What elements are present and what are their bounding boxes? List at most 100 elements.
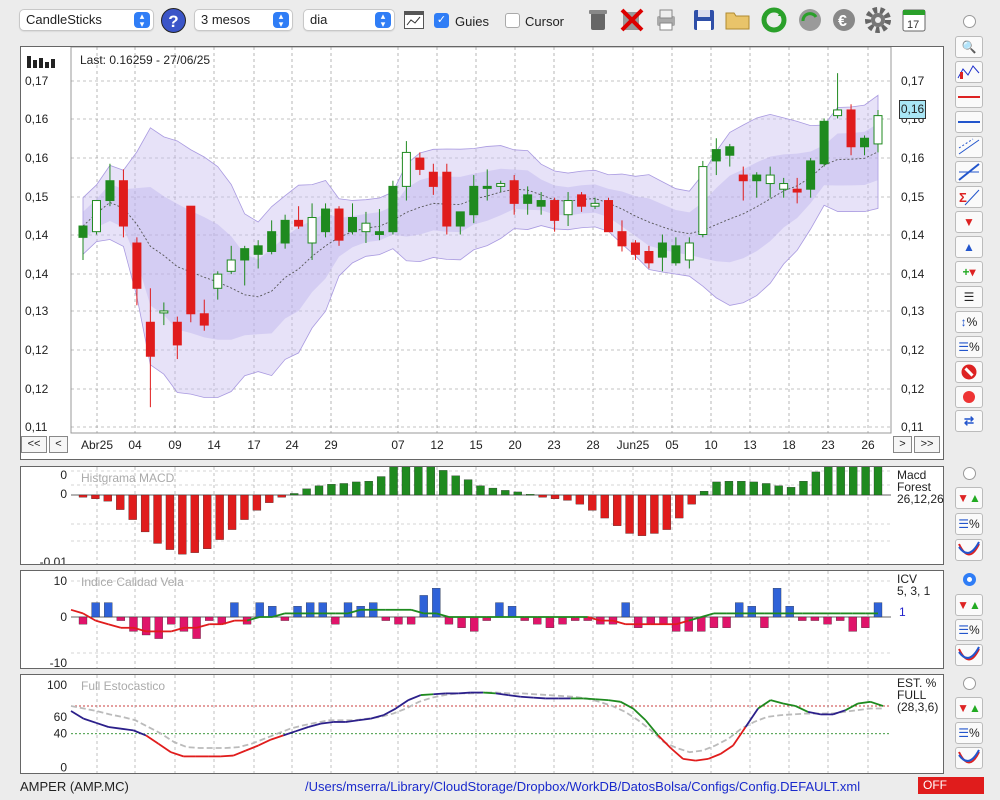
delete-icon[interactable] — [618, 6, 646, 34]
x-tick-label: Jun25 — [617, 438, 650, 452]
channel-tool-button[interactable] — [955, 136, 983, 158]
macd-bar — [339, 483, 349, 496]
channel-icon — [958, 138, 980, 155]
chevron-updown-icon: ▴ ▾ — [273, 12, 289, 29]
candle-body — [321, 208, 331, 233]
magnifier-icon: 🔍 — [961, 40, 977, 54]
macd-bar — [650, 494, 659, 534]
macd-bar — [153, 494, 162, 544]
stochastic-cross-button[interactable] — [955, 747, 983, 769]
candle-body — [105, 180, 115, 202]
trash-icon[interactable] — [584, 6, 612, 34]
radio-stochastic-panel[interactable] — [963, 677, 976, 690]
config-path-link[interactable]: /Users/mserra/Library/CloudStorage/Dropb… — [305, 779, 860, 794]
y-tick-label-left: 0,12 — [25, 382, 49, 396]
candle-body — [577, 194, 587, 207]
save-icon[interactable] — [690, 6, 718, 34]
candle-body — [752, 174, 762, 182]
candle-body — [509, 180, 519, 204]
macd-bar — [302, 488, 311, 496]
macd-bar — [414, 467, 423, 496]
macd-bar — [724, 481, 734, 496]
icv-bar — [646, 616, 656, 625]
stochastic-levels-button[interactable]: ☰% — [955, 722, 983, 744]
offline-status-badge[interactable]: OFF — [918, 777, 984, 794]
record-button[interactable] — [955, 386, 983, 408]
candle-body — [536, 200, 546, 207]
icv-bar — [394, 616, 403, 625]
buy-signal-button[interactable]: ▲ — [955, 236, 983, 258]
interval-value: dia — [310, 12, 328, 27]
last-price-label: Last: 0.16259 - 27/06/25 — [80, 53, 211, 67]
icv-bar — [735, 602, 744, 618]
candle-body — [630, 242, 640, 255]
y-tick-label-right: 0,14 — [901, 228, 925, 242]
print-icon[interactable] — [652, 6, 680, 34]
trendline-tool-button[interactable] — [955, 161, 983, 183]
icv-bar — [533, 616, 542, 625]
candlestick-chart[interactable]: 0,17 0,17 0,16 0,16 0,16 0,16 0,15 0,15 0,14 0,14… — [21, 47, 943, 459]
macd-bar — [513, 491, 522, 496]
y-tick-label-left: 0,16 — [25, 112, 49, 126]
y-tick-label: 60 — [54, 710, 68, 724]
y-tick-label-left: 0,12 — [25, 343, 49, 357]
euro-icon[interactable]: € — [830, 6, 858, 34]
macd-bar — [675, 494, 684, 519]
icv-bar — [293, 606, 302, 618]
x-tick-label: Abr25 — [81, 438, 113, 452]
guides-checkbox[interactable]: ✓ — [434, 13, 449, 28]
sell-signal-button[interactable]: ▼ — [955, 211, 983, 233]
forbidden-icon — [961, 364, 977, 380]
icv-levels-button[interactable]: ☰% — [955, 619, 983, 641]
refresh-icon[interactable] — [760, 6, 788, 34]
y-tick-label: 0 — [60, 760, 67, 773]
stochastic-k-segment — [595, 698, 609, 702]
macd-bar — [401, 467, 411, 496]
settings-icon[interactable] — [864, 6, 892, 34]
nav-last-button[interactable]: >> — [914, 436, 940, 453]
macd-levels-button[interactable]: ☰% — [955, 513, 983, 535]
candle-body — [91, 200, 101, 233]
radio-main-panel[interactable] — [963, 15, 976, 28]
y-tick-label: 0 — [60, 487, 67, 501]
update-data-icon[interactable] — [796, 6, 824, 34]
levels-percent-button[interactable]: ☰% — [955, 336, 983, 358]
nav-first-button[interactable]: << — [21, 436, 47, 453]
sync-button[interactable]: ⇄ — [955, 410, 983, 432]
chart-window-icon[interactable] — [404, 11, 424, 29]
macd-bar — [873, 467, 883, 496]
period-select[interactable]: 3 mesos ▴ ▾ — [194, 9, 293, 31]
icv-bar — [356, 606, 365, 618]
indicator-overlay-button[interactable] — [955, 61, 983, 83]
radio-icv-panel[interactable] — [963, 573, 976, 586]
icv-bar — [255, 602, 264, 618]
horizontal-line-blue-button[interactable] — [955, 111, 983, 133]
cursor-checkbox[interactable] — [505, 13, 520, 28]
stochastic-signals-button[interactable]: ▼▲ — [955, 697, 983, 719]
horizontal-line-red-button[interactable] — [955, 86, 983, 108]
macd-cross-button[interactable] — [955, 539, 983, 561]
icv-signals-button[interactable]: ▼▲ — [955, 594, 983, 616]
candle-body — [159, 310, 169, 314]
macd-bar — [252, 494, 262, 511]
clear-drawings-button[interactable] — [955, 361, 983, 383]
zoom-tool-button[interactable]: 🔍 — [955, 36, 983, 58]
lines-list-button[interactable]: ☰ — [955, 286, 983, 308]
open-folder-icon[interactable] — [724, 6, 752, 34]
interval-select[interactable]: dia ▴ ▾ — [303, 9, 395, 31]
macd-signals-button[interactable]: ▼▲ — [955, 487, 983, 509]
add-signals-button[interactable]: +▾ — [955, 261, 983, 283]
sync-icon: ⇄ — [963, 414, 975, 428]
help-button[interactable]: ? — [161, 8, 186, 33]
scale-percent-button[interactable]: ↕% — [955, 311, 983, 333]
calendar-icon[interactable]: 17 — [900, 6, 928, 34]
candle-body — [172, 321, 182, 346]
chart-type-select[interactable]: CandleSticks ▴ ▾ — [19, 9, 154, 31]
macd-bar — [426, 467, 435, 496]
icv-cross-button[interactable] — [955, 644, 983, 666]
fibonacci-tool-button[interactable]: Σ — [955, 186, 983, 208]
candle-body — [132, 242, 142, 289]
nav-prev-button[interactable]: < — [49, 436, 68, 453]
radio-macd-panel[interactable] — [963, 467, 976, 480]
nav-next-button[interactable]: > — [893, 436, 912, 453]
